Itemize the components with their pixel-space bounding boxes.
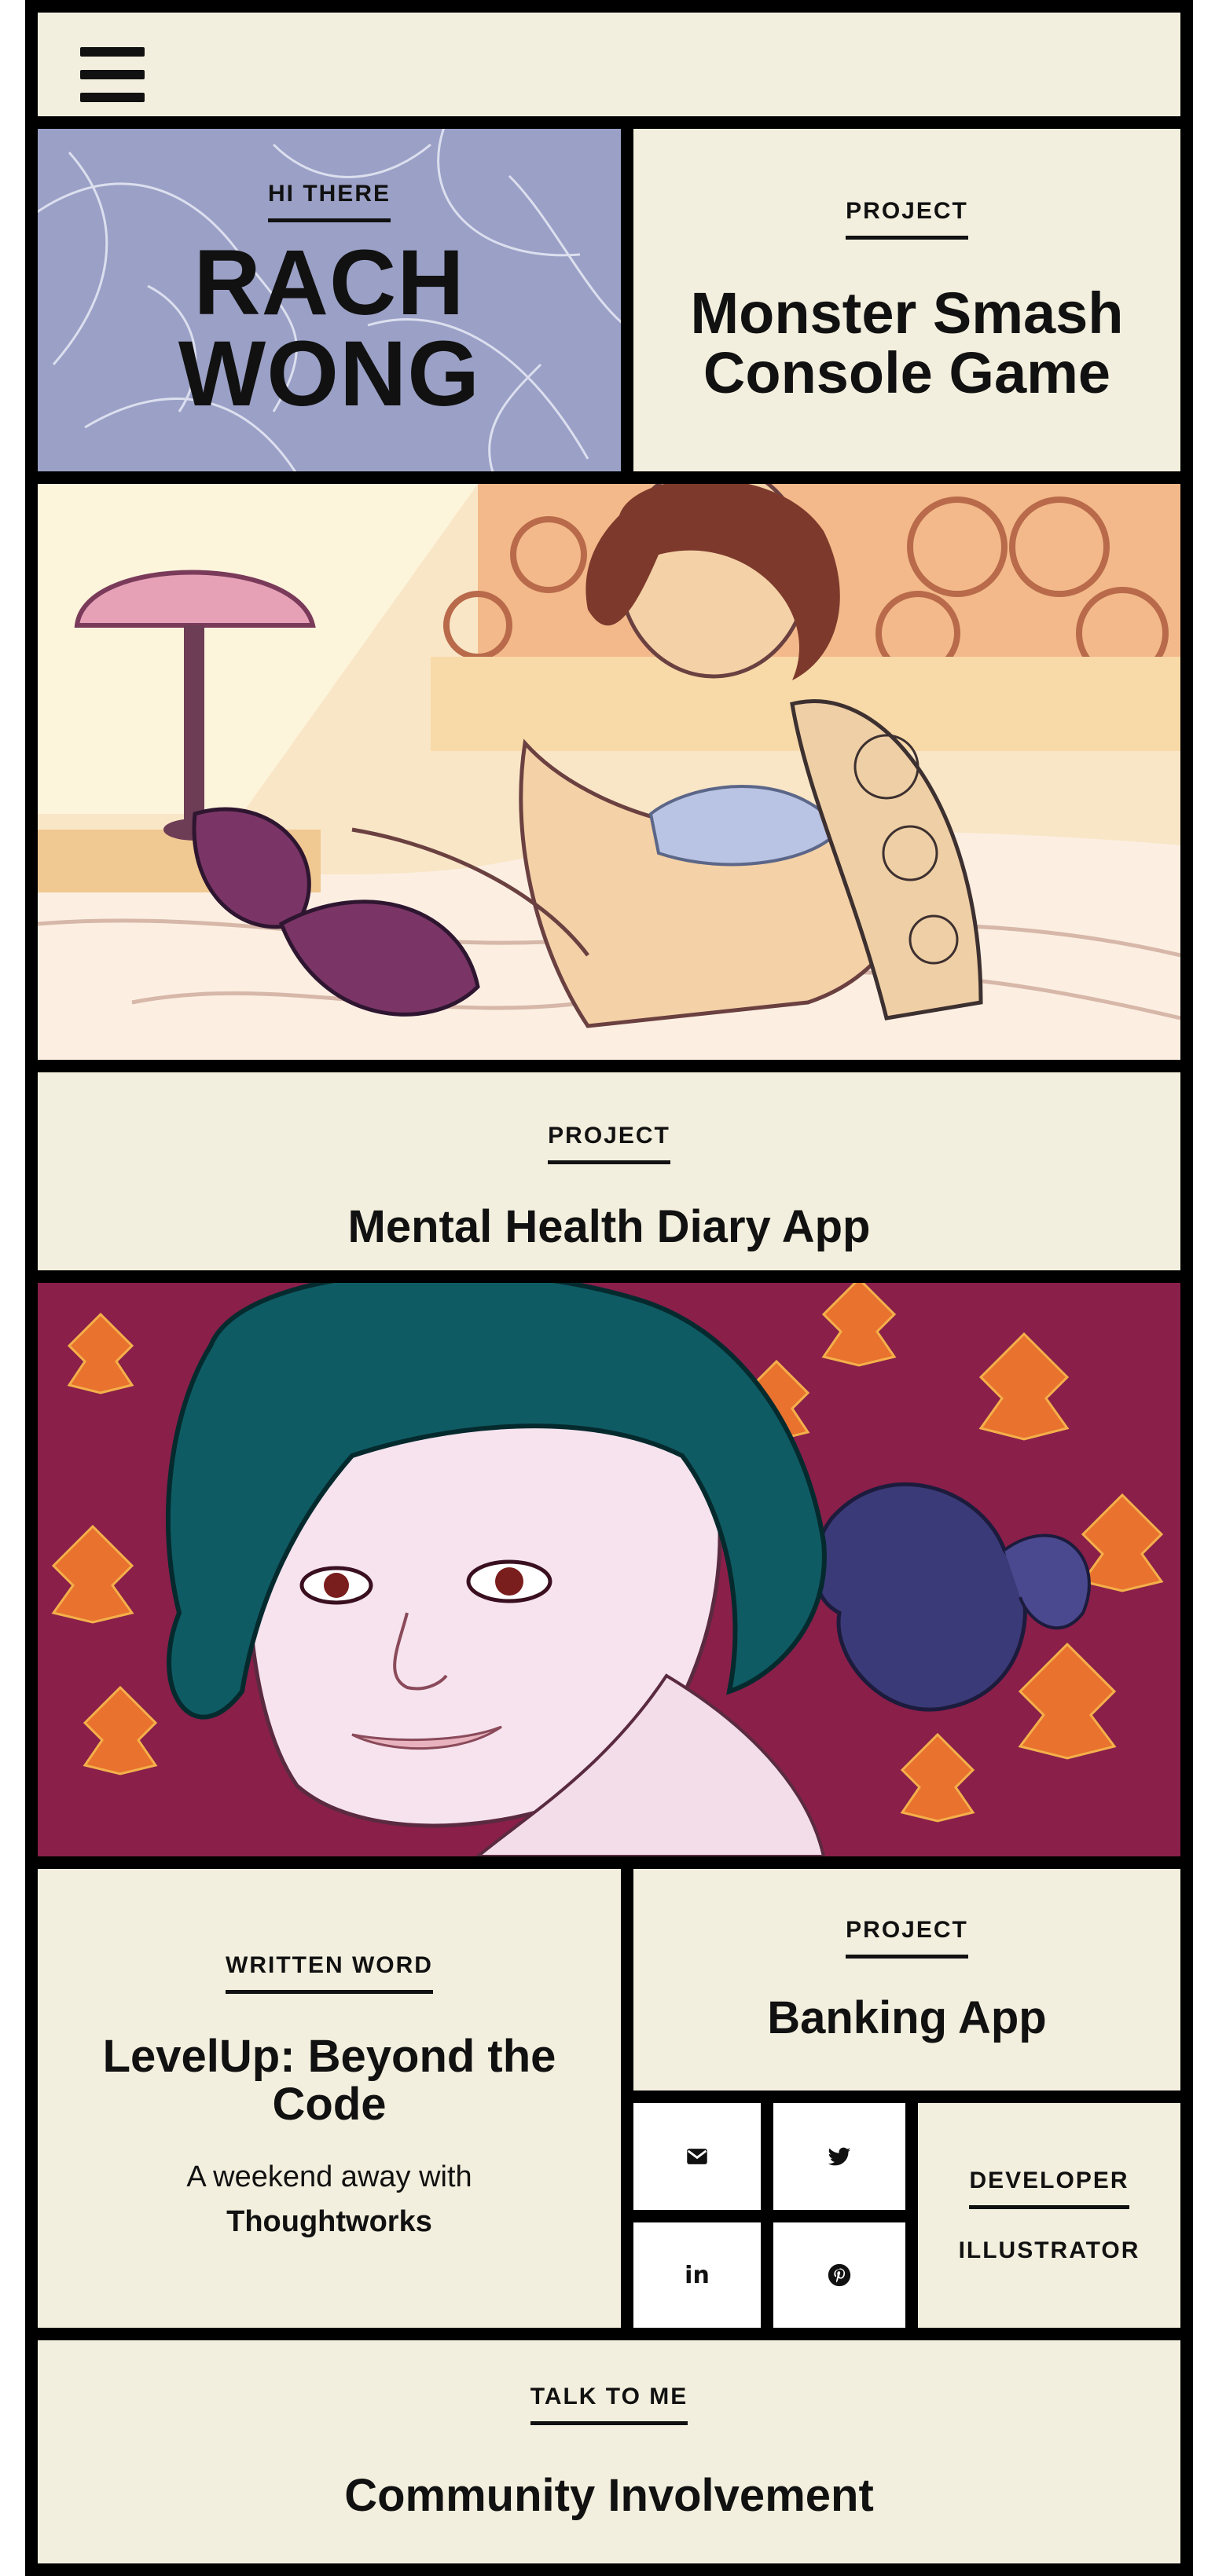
project-kicker: PROJECT — [846, 1917, 968, 1959]
intro-text: HI THERE RACH WONG — [178, 181, 480, 420]
written-word-subtitle: A weekend away with Thoughtworks — [186, 2155, 472, 2244]
hero-name-line1: RACH — [193, 230, 465, 335]
hero-kicker: HI THERE — [267, 181, 391, 222]
project-kicker: PROJECT — [548, 1123, 670, 1164]
project-tile-monster-smash[interactable]: PROJECT Monster Smash Console Game — [633, 129, 1180, 471]
linkedin-icon-label: in — [685, 2261, 710, 2289]
linkedin-icon[interactable]: in — [633, 2222, 761, 2328]
hero-name: RACH WONG — [178, 230, 481, 426]
project-kicker: PROJECT — [846, 198, 968, 240]
project-title: Banking App — [767, 1992, 1047, 2044]
project-tile-mental-health[interactable]: PROJECT Mental Health Diary App — [38, 1072, 1180, 1270]
project-title: Mental Health Diary App — [347, 1201, 871, 1252]
written-word-title: LevelUp: Beyond the Code — [102, 2030, 556, 2130]
role-developer: DEVELOPER — [969, 2167, 1129, 2209]
roles-tile: DEVELOPER ILLUSTRATOR — [918, 2103, 1180, 2328]
illustration-bedroom-art — [38, 484, 1180, 1060]
written-word-kicker: WRITTEN WORD — [226, 1952, 433, 1994]
hamburger-menu-icon[interactable] — [80, 47, 145, 102]
written-word-subtitle-bold: Thoughtworks — [226, 2205, 432, 2239]
illustration-portrait[interactable] — [38, 1283, 1180, 1856]
written-word-tile[interactable]: WRITTEN WORD LevelUp: Beyond the Code A … — [38, 1869, 621, 2328]
site-header — [38, 13, 1180, 116]
illustration-portrait-art — [38, 1283, 1180, 1856]
hero-name-line2: WONG — [178, 321, 481, 426]
written-word-subtitle-text: A weekend away with — [186, 2160, 472, 2194]
illustration-bedroom[interactable] — [38, 484, 1180, 1060]
email-icon[interactable] — [633, 2103, 761, 2210]
intro-tile[interactable]: HI THERE RACH WONG — [38, 129, 621, 471]
project-tile-banking[interactable]: PROJECT Banking App — [633, 1869, 1180, 2090]
project-title: Monster Smash Console Game — [690, 280, 1124, 405]
community-title: Community Involvement — [344, 2470, 874, 2522]
grid-frame: HI THERE RACH WONG PROJECT Monster Smash… — [25, 0, 1193, 2576]
pinterest-icon[interactable] — [773, 2222, 905, 2328]
twitter-icon[interactable] — [773, 2103, 905, 2210]
role-illustrator: ILLUSTRATOR — [958, 2237, 1140, 2263]
community-kicker: TALK TO ME — [530, 2384, 688, 2426]
community-tile[interactable]: TALK TO ME Community Involvement — [38, 2340, 1180, 2563]
